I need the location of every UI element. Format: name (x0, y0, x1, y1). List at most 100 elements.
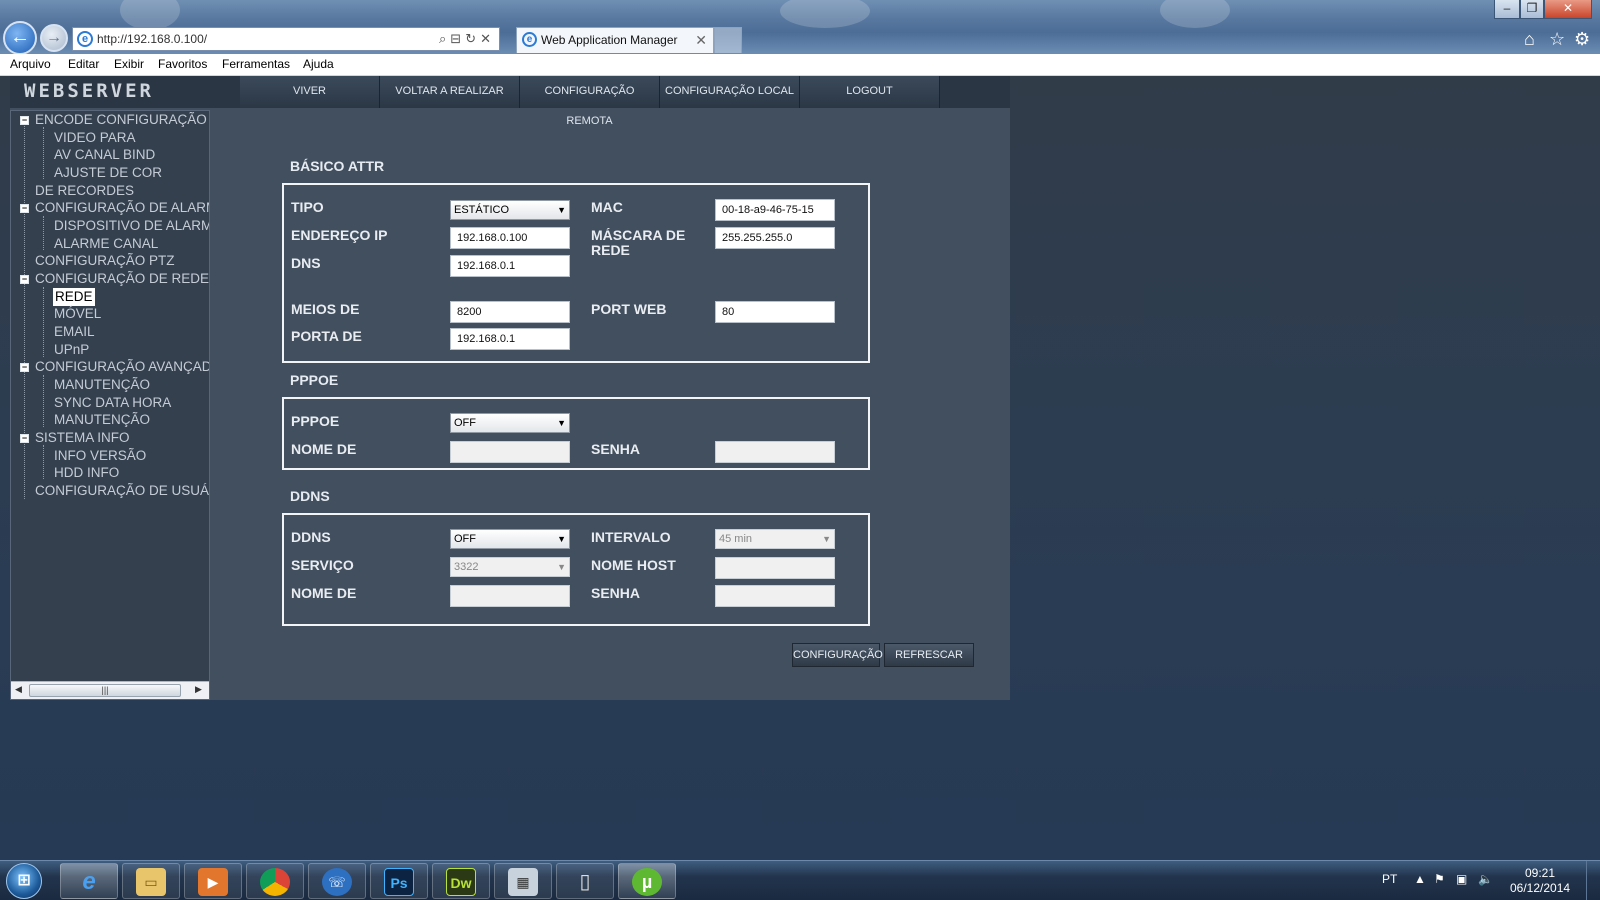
network-icon[interactable]: ▣ (1456, 872, 1467, 886)
tree-av-canal-bind[interactable]: AV CANAL BIND (54, 146, 155, 164)
taskbar-ie[interactable]: e (60, 863, 118, 899)
dns-field[interactable]: 192.168.0.1 (450, 255, 570, 277)
tree-video-para[interactable]: VIDEO PARA (54, 129, 136, 147)
nav-configuracao-remota[interactable]: CONFIGURAÇÃO REMOTA (520, 76, 660, 127)
tree-ajuste-de-cor[interactable]: AJUSTE DE COR (54, 164, 162, 182)
menu-ferramentas[interactable]: Ferramentas (222, 57, 290, 71)
pppoe-password-field[interactable] (715, 441, 835, 463)
taskbar-dreamweaver[interactable]: Dw (432, 863, 490, 899)
mac-field[interactable]: 00-18-a9-46-75-15 (715, 199, 835, 221)
tree-manutencao[interactable]: MANUTENÇÃO (54, 376, 150, 394)
close-icon[interactable]: ✕ (1544, 0, 1592, 19)
tree-sync-data-hora[interactable]: SYNC DATA HORA (54, 394, 171, 412)
tree-configuracao-avancada[interactable]: CONFIGURAÇÃO AVANÇAD (35, 358, 209, 376)
forward-button[interactable]: → (40, 24, 68, 52)
tree-hdd-info[interactable]: HDD INFO (54, 464, 119, 482)
ip-field[interactable]: 192.168.0.100 (450, 227, 570, 249)
taskbar-media-player[interactable]: ▶ (184, 863, 242, 899)
pppoe-select[interactable]: OFF ▼ (450, 413, 570, 433)
stop-icon[interactable]: ✕ (480, 31, 495, 46)
sidebar-horizontal-scrollbar[interactable]: ◀ ||| ▶ (11, 681, 209, 699)
start-button[interactable]: ⊞ (6, 863, 42, 899)
tree-upnp[interactable]: UPnP (54, 341, 89, 359)
tree-connector (43, 445, 44, 479)
taskbar-chrome[interactable] (246, 863, 304, 899)
browser-tab[interactable]: e Web Application Manager ✕ (516, 27, 714, 53)
refresh-button[interactable]: REFRESCAR (884, 643, 974, 667)
tree-movel[interactable]: MÓVEL (54, 305, 101, 323)
scroll-right-icon[interactable]: ▶ (195, 684, 202, 695)
taskbar-usb[interactable]: ▯ (556, 863, 614, 899)
tree-sistema-info[interactable]: SISTEMA INFO (35, 429, 130, 447)
home-icon[interactable]: ⌂ (1524, 29, 1535, 50)
scrollbar-thumb[interactable]: ||| (29, 684, 181, 697)
save-config-button[interactable]: CONFIGURAÇÃO (792, 643, 883, 667)
tree-collapse-icon[interactable]: − (20, 275, 29, 284)
language-indicator[interactable]: PT (1382, 872, 1397, 886)
pppoe-username-field[interactable] (450, 441, 570, 463)
volume-icon[interactable]: 🔈 (1478, 872, 1493, 886)
nav-logout[interactable]: LOGOUT (800, 76, 940, 108)
taskbar-photoshop[interactable]: Ps (370, 863, 428, 899)
interval-select[interactable]: 45 min ▼ (715, 529, 835, 549)
web-port-field[interactable]: 80 (715, 301, 835, 323)
menu-favoritos[interactable]: Favoritos (158, 57, 207, 71)
show-desktop-button[interactable] (1586, 861, 1600, 900)
taskbar-utorrent[interactable]: µ (618, 863, 676, 899)
scroll-left-icon[interactable]: ◀ (15, 684, 22, 695)
tree-configuracao-de-rede[interactable]: CONFIGURAÇÃO DE REDE (35, 270, 209, 288)
ddns-select[interactable]: OFF ▼ (450, 529, 570, 549)
ddns-password-field[interactable] (715, 585, 835, 607)
compat-icon[interactable]: ⊟ (450, 31, 465, 46)
tree-configuracao-ptz[interactable]: CONFIGURAÇÃO PTZ (35, 252, 175, 270)
subnet-mask-field[interactable]: 255.255.255.0 (715, 227, 835, 249)
nav-configuracao-local[interactable]: CONFIGURAÇÃO LOCAL (660, 76, 800, 108)
address-bar[interactable]: e http://192.168.0.100/ ⌕⊟↻✕ (72, 27, 500, 51)
menu-ajuda[interactable]: Ajuda (303, 57, 334, 71)
tree-dispositivo-de-alarme[interactable]: DISPOSITIVO DE ALARM (54, 217, 209, 235)
menu-exibir[interactable]: Exibir (114, 57, 144, 71)
tree-info-versao[interactable]: INFO VERSÃO (54, 447, 146, 465)
media-player-icon: ▶ (198, 868, 228, 896)
tab-close-icon[interactable]: ✕ (695, 28, 707, 52)
tree-rede[interactable]: REDE (53, 288, 95, 306)
system-clock[interactable]: 09:21 06/12/2014 (1510, 866, 1570, 896)
tree-collapse-icon[interactable]: − (20, 363, 29, 372)
tree-manutencao-2[interactable]: MANUTENÇÃO (54, 411, 150, 429)
tree-configuracao-de-usuario[interactable]: CONFIGURAÇÃO DE USUÁ (35, 482, 209, 500)
ddns-username-field[interactable] (450, 585, 570, 607)
taskbar-phone-app[interactable]: ☏ (308, 863, 366, 899)
restore-icon[interactable]: ❐ (1520, 0, 1544, 19)
tray-expand-icon[interactable]: ▲ (1414, 872, 1426, 886)
taskbar-calculator[interactable]: ▦ (494, 863, 552, 899)
address-tools[interactable]: ⌕⊟↻✕ (439, 28, 495, 50)
tree-de-recordes[interactable]: DE RECORDES (35, 182, 134, 200)
service-select[interactable]: 3322 ▼ (450, 557, 570, 577)
menu-editar[interactable]: Editar (68, 57, 99, 71)
tree-connector (43, 287, 44, 357)
search-icon[interactable]: ⌕ (439, 31, 450, 46)
menu-arquivo[interactable]: Arquivo (10, 57, 51, 71)
tree-email[interactable]: EMAIL (54, 323, 95, 341)
nav-viver[interactable]: VIVER (240, 76, 380, 108)
refresh-icon[interactable]: ↻ (465, 31, 480, 46)
nav-voltar-a-realizar[interactable]: VOLTAR A REALIZAR (380, 76, 520, 108)
new-tab-button[interactable] (714, 27, 742, 53)
hostname-field[interactable] (715, 557, 835, 579)
media-port-field[interactable]: 8200 (450, 301, 570, 323)
gateway-field[interactable]: 192.168.0.1 (450, 328, 570, 350)
tree-collapse-icon[interactable]: − (20, 204, 29, 213)
tree-collapse-icon[interactable]: − (20, 434, 29, 443)
address-text[interactable]: http://192.168.0.100/ (97, 28, 207, 50)
tree-collapse-icon[interactable]: − (20, 116, 29, 125)
tree-encode-configuracao[interactable]: ENCODE CONFIGURAÇÃO (35, 111, 207, 129)
gear-icon[interactable]: ⚙ (1574, 29, 1590, 50)
action-center-flag-icon[interactable]: ⚑ (1434, 872, 1445, 886)
back-button[interactable]: ← (3, 21, 37, 55)
taskbar-explorer[interactable]: ▭ (122, 863, 180, 899)
favorites-star-icon[interactable]: ☆ (1549, 29, 1565, 50)
tipo-select[interactable]: ESTÁTICO ▼ (450, 200, 570, 220)
tree-configuracao-de-alarme[interactable]: CONFIGURAÇÃO DE ALARM (35, 199, 209, 217)
tree-alarme-canal[interactable]: ALARME CANAL (54, 235, 158, 253)
minimize-icon[interactable]: – (1494, 0, 1520, 19)
